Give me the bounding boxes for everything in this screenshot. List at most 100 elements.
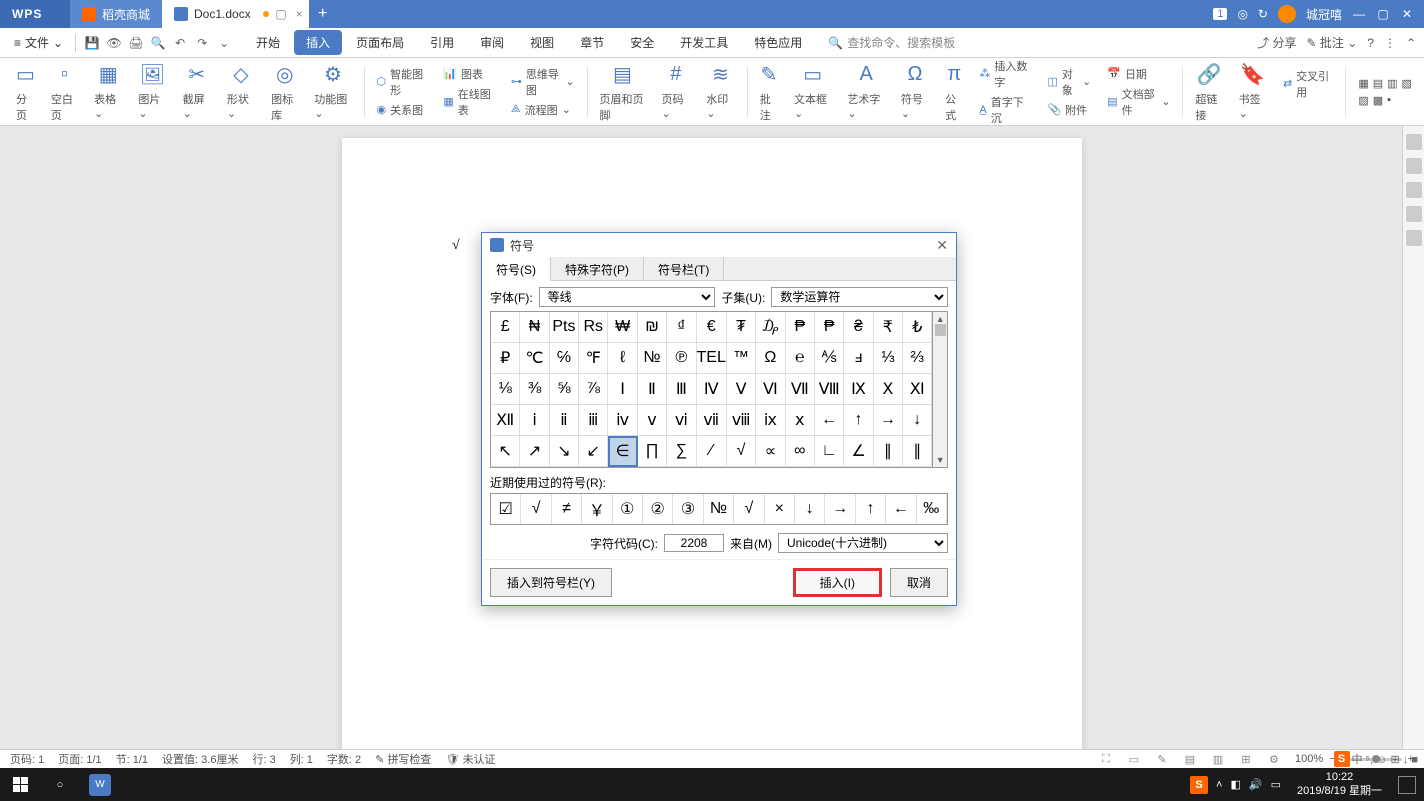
ribbon-ribbon-g4-0[interactable]: 🔗超链接	[1187, 57, 1230, 127]
tray-volume-icon[interactable]: 🔊	[1249, 778, 1263, 791]
notification-badge[interactable]: 1	[1213, 8, 1227, 20]
ribbon-ribbon-g3-1[interactable]: ▭文本框 ⌄	[786, 57, 839, 127]
status-pageno[interactable]: 页码: 1	[10, 751, 44, 767]
symbol-cell[interactable]: ℅	[550, 343, 579, 374]
side-icon-5[interactable]	[1406, 230, 1422, 246]
insert-button[interactable]: 插入(I)	[793, 568, 882, 597]
scroll-down-icon[interactable]: ▼	[936, 455, 945, 465]
symbol-cell[interactable]: ⅲ	[579, 405, 608, 436]
symbol-cell[interactable]: ∠	[844, 436, 873, 467]
side-icon-1[interactable]	[1406, 134, 1422, 150]
menu-tab-4[interactable]: 审阅	[468, 30, 516, 55]
menu-tab-8[interactable]: 开发工具	[668, 30, 740, 55]
symbol-cell[interactable]: ↑	[844, 405, 873, 436]
symbol-cell[interactable]: ₴	[844, 312, 873, 343]
doc-parts-button[interactable]: ▤文档部件 ⌄	[1107, 86, 1170, 118]
recent-symbol-cell[interactable]: ↑	[856, 494, 886, 524]
spellcheck-toggle[interactable]: ✎ 拼写检查	[375, 751, 431, 767]
symbol-cell[interactable]: ⅶ	[697, 405, 727, 436]
recent-symbol-cell[interactable]: ‰	[917, 494, 947, 524]
symbol-cell[interactable]: ⅸ	[756, 405, 785, 436]
symbol-cell[interactable]: ℗	[667, 343, 696, 374]
symbol-cell[interactable]: ₱	[815, 312, 844, 343]
comment-button[interactable]: ✎ 批注 ⌄	[1306, 34, 1357, 51]
symbol-cell[interactable]: ₫	[667, 312, 696, 343]
ribbon-ribbon-g1-3[interactable]: 🖼图片 ⌄	[130, 57, 174, 127]
more-vert-icon[interactable]: ⋮	[1384, 36, 1396, 50]
menu-tab-1[interactable]: 插入	[294, 30, 342, 55]
symbol-cell[interactable]: ⅷ	[727, 405, 756, 436]
sync-icon[interactable]: ↻	[1258, 7, 1268, 21]
document-tab[interactable]: Doc1.docx ▢ ×	[162, 0, 309, 28]
symbol-cell[interactable]: ⅜	[520, 374, 549, 405]
symbol-cell[interactable]: ↙	[579, 436, 608, 467]
ribbon-ribbon-g2-0[interactable]: ▤页眉和页脚	[591, 57, 653, 127]
ribbon-ribbon-g2-2[interactable]: ≋水印 ⌄	[698, 57, 743, 127]
relation-chart-button[interactable]: ◉关系图	[376, 102, 427, 118]
smart-shape-button[interactable]: ⬡智能图形	[376, 66, 427, 98]
symbol-cell[interactable]: Pts	[550, 312, 579, 343]
recent-symbol-cell[interactable]: ←	[886, 494, 916, 524]
symbol-cell[interactable]: ₪	[638, 312, 667, 343]
symbol-cell[interactable]: ℓ	[608, 343, 637, 374]
dialog-titlebar[interactable]: 符号 ✕	[482, 233, 956, 257]
symbol-cell[interactable]: ↖	[491, 436, 520, 467]
user-name[interactable]: 城冠嘻	[1306, 6, 1342, 23]
symbol-cell[interactable]: Ⅻ	[491, 405, 520, 436]
symbol-cell[interactable]: ₽	[491, 343, 520, 374]
more-icon[interactable]: ⌄	[214, 33, 234, 53]
side-icon-3[interactable]	[1406, 182, 1422, 198]
scroll-thumb[interactable]	[935, 324, 946, 336]
font-select[interactable]: 等线	[539, 287, 716, 307]
symbol-cell[interactable]: ∑	[667, 436, 696, 467]
symbol-cell[interactable]: ⅛	[491, 374, 520, 405]
store-tab[interactable]: 稻壳商城	[70, 0, 162, 28]
recent-symbol-cell[interactable]: →	[825, 494, 855, 524]
attachment-button[interactable]: 📎附件	[1047, 102, 1091, 118]
symbol-cell[interactable]: ℉	[579, 343, 608, 374]
symbol-cell[interactable]: Ⅲ	[667, 374, 696, 405]
symbol-cell[interactable]: ⅹ	[786, 405, 815, 436]
collapse-ribbon-icon[interactable]: ⌃	[1406, 36, 1416, 50]
recent-symbol-cell[interactable]: ③	[673, 494, 703, 524]
grid2-icon[interactable]: ▤	[1373, 77, 1383, 90]
symbol-cell[interactable]: ⅞	[579, 374, 608, 405]
symbol-cell[interactable]: ↓	[903, 405, 932, 436]
symbol-cell[interactable]: ⅳ	[608, 405, 637, 436]
symbol-scrollbar[interactable]: ▲ ▼	[933, 311, 948, 468]
symbol-cell[interactable]: Ⅹ	[874, 374, 903, 405]
mindmap-button[interactable]: ⊶思维导图 ⌄	[511, 66, 575, 98]
new-tab-button[interactable]: +	[309, 5, 337, 23]
symbol-cell[interactable]: Ⅱ	[638, 374, 667, 405]
symbol-cell[interactable]: ⅍	[815, 343, 844, 374]
side-icon-4[interactable]	[1406, 206, 1422, 222]
maximize-icon[interactable]: ▢	[1376, 7, 1390, 21]
view-web-icon[interactable]: ▥	[1211, 752, 1225, 766]
menu-tab-7[interactable]: 安全	[618, 30, 666, 55]
redo-icon[interactable]: ↷	[192, 33, 212, 53]
symbol-cell[interactable]: ⅎ	[844, 343, 873, 374]
symbol-cell[interactable]: ∥	[903, 436, 932, 467]
symbol-cell[interactable]: Ⅳ	[697, 374, 727, 405]
ime-chars[interactable]: 中 ⁵, ☺ ⊞ ↓ ■	[1352, 751, 1419, 767]
view-print-icon[interactable]: ⊞	[1239, 752, 1253, 766]
insert-number-button[interactable]: ⁂插入数字	[979, 58, 1031, 90]
tray-up-icon[interactable]: ˄	[1216, 779, 1222, 791]
document-content[interactable]: √	[452, 238, 460, 254]
cloud-icon[interactable]: ◎	[1237, 7, 1247, 21]
symbol-cell[interactable]: ∝	[756, 436, 785, 467]
menu-tab-6[interactable]: 章节	[568, 30, 616, 55]
symbol-cell[interactable]: ⅰ	[520, 405, 549, 436]
ribbon-ribbon-g1-0[interactable]: ▭分页	[8, 57, 43, 127]
cancel-button[interactable]: 取消	[890, 568, 948, 597]
status-section[interactable]: 节: 1/1	[116, 751, 148, 767]
recent-symbol-cell[interactable]: ￥	[582, 494, 612, 524]
symbol-cell[interactable]: ←	[815, 405, 844, 436]
symbol-cell[interactable]: ∥	[874, 436, 903, 467]
symbol-cell[interactable]: ₹	[874, 312, 903, 343]
file-menu[interactable]: ≡ 文件 ⌄	[8, 34, 69, 51]
ribbon-ribbon-g1-7[interactable]: ⚙功能图 ⌄	[306, 57, 359, 127]
dialog-tab-1[interactable]: 特殊字符(P)	[551, 257, 644, 280]
tray-net-icon[interactable]: ◧	[1230, 778, 1240, 791]
symbol-cell[interactable]: €	[697, 312, 727, 343]
